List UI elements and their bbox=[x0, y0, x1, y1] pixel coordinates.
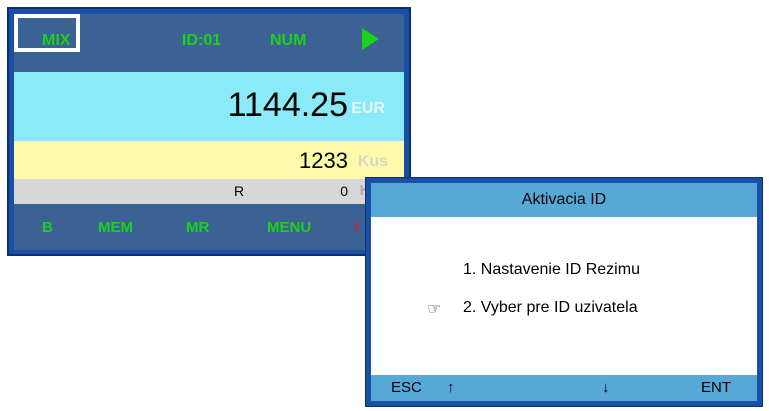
price-display: 1144.25 EUR bbox=[14, 72, 404, 141]
num-button[interactable]: NUM bbox=[270, 32, 306, 50]
reject-label: R bbox=[234, 183, 245, 199]
mix-button[interactable]: MIX bbox=[42, 32, 70, 50]
price-unit: EUR bbox=[351, 100, 385, 117]
id-button[interactable]: ID:01 bbox=[182, 32, 221, 50]
aktivacia-id-dialog: Aktivacia ID 1. Nastavenie ID Rezimu ☞ 2… bbox=[365, 177, 763, 407]
quantity-value: 1233 bbox=[299, 148, 348, 173]
menu-item-id-mode-setup[interactable]: 1. Nastavenie ID Rezimu bbox=[463, 261, 640, 279]
reject-row: R 0 Kus bbox=[14, 179, 404, 204]
top-bar: MIX ID:01 NUM bbox=[14, 14, 404, 72]
arrow-down-icon[interactable]: ↓ bbox=[602, 379, 610, 396]
dialog-menu: 1. Nastavenie ID Rezimu ☞ 2. Vyber pre I… bbox=[371, 217, 757, 375]
b-button[interactable]: B bbox=[42, 219, 53, 236]
ent-button[interactable]: ENT bbox=[701, 379, 731, 396]
dialog-footer: ESC ↑ ↓ ENT bbox=[371, 375, 757, 401]
dialog-title: Aktivacia ID bbox=[371, 183, 757, 217]
price-value: 1144.25 bbox=[227, 86, 348, 124]
menu-button[interactable]: MENU bbox=[267, 219, 311, 236]
reject-value: 0 bbox=[340, 183, 348, 199]
bottom-bar: B MEM MR MENU ! bbox=[14, 204, 404, 250]
mem-button[interactable]: MEM bbox=[98, 219, 133, 236]
pointing-hand-icon: ☞ bbox=[427, 301, 442, 318]
quantity-unit: Kus bbox=[357, 153, 388, 170]
play-icon[interactable] bbox=[362, 28, 379, 50]
mr-button[interactable]: MR bbox=[186, 219, 209, 236]
main-screen: MIX ID:01 NUM 1144.25 EUR 1233 Kus R 0 K… bbox=[7, 7, 411, 256]
esc-button[interactable]: ESC bbox=[391, 379, 422, 396]
quantity-display: 1233 Kus bbox=[14, 141, 404, 179]
arrow-up-icon[interactable]: ↑ bbox=[447, 379, 455, 396]
alert-icon: ! bbox=[354, 219, 359, 236]
menu-item-select-user-id[interactable]: 2. Vyber pre ID uzivatela bbox=[463, 299, 638, 317]
